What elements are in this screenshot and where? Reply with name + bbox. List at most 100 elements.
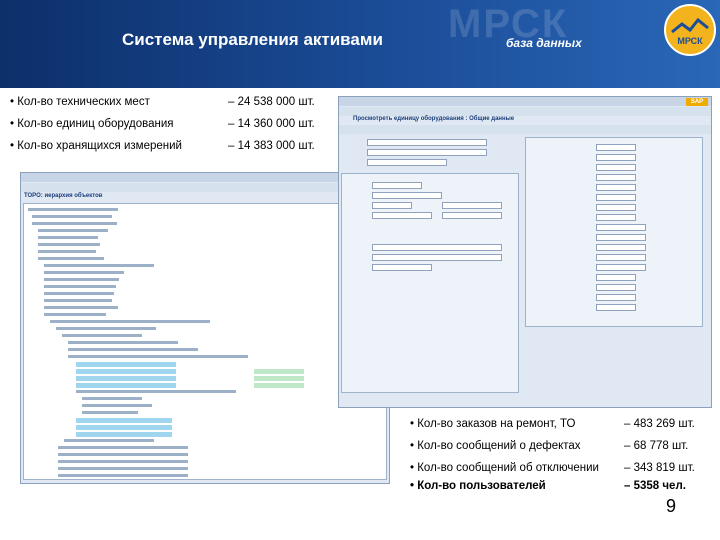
- tree-node: [50, 320, 210, 323]
- tree-node: [76, 390, 236, 393]
- tree-node: [38, 257, 104, 260]
- tree-node-selected: [76, 418, 172, 423]
- stats-top: • Кол-во технических мест – 24 538 000 ш…: [10, 96, 330, 156]
- tree-node: [44, 299, 112, 302]
- tree-node: [68, 355, 248, 358]
- menu-bar: [21, 173, 389, 182]
- tree-node-selected: [76, 425, 172, 430]
- logo-text: МРСК: [677, 36, 703, 46]
- stat-label: • Кол-во технических мест: [10, 96, 150, 108]
- details-field: [596, 294, 636, 301]
- form-field: [372, 264, 432, 271]
- details-field: [596, 214, 636, 221]
- tree-node-selected: [76, 383, 176, 388]
- equipment-field: [367, 159, 447, 166]
- page-number: 9: [666, 496, 677, 516]
- tree-node: [82, 397, 142, 400]
- tree-node: [58, 467, 188, 470]
- tree-node: [58, 446, 188, 449]
- form-field: [372, 192, 442, 199]
- slide-header: МРСК Система управления активами база да…: [0, 0, 720, 88]
- details-field: [596, 184, 636, 191]
- stat-value: – 24 538 000 шт.: [228, 96, 315, 108]
- details-field: [596, 174, 636, 181]
- stat-value: – 14 360 000 шт.: [228, 118, 315, 130]
- tree-node: [58, 453, 188, 456]
- tree-node-selected: [76, 376, 176, 381]
- stat-value: – 483 269 шт.: [624, 418, 695, 430]
- details-field: [596, 254, 646, 261]
- tree-node: [82, 411, 138, 414]
- tree-node: [58, 460, 188, 463]
- form-field: [442, 202, 502, 209]
- equipment-field: [367, 149, 487, 156]
- tree-node-selected: [254, 383, 304, 388]
- tree-node: [44, 271, 124, 274]
- details-field: [596, 284, 636, 291]
- details-field: [596, 234, 646, 241]
- form-field: [442, 212, 502, 219]
- tree-panel: [23, 203, 387, 480]
- form-panel: [341, 173, 519, 393]
- stat-value: – 343 819 шт.: [624, 462, 695, 474]
- form-field: [372, 254, 502, 261]
- stat-value: – 14 383 000 шт.: [228, 140, 315, 152]
- stat-label: • Кол-во сообщений о дефектах: [410, 440, 581, 452]
- details-field: [596, 204, 636, 211]
- details-field: [596, 244, 646, 251]
- form-toolbar: [339, 125, 711, 134]
- toolbar: [339, 107, 711, 116]
- details-field: [596, 144, 636, 151]
- tree-node: [58, 474, 188, 477]
- details-field: [596, 164, 636, 171]
- tree-node: [44, 292, 114, 295]
- tree-window-screenshot: ТОРО: иерархия объектов: [20, 172, 390, 484]
- tree-node: [38, 229, 108, 232]
- stat-label: • Кол-во сообщений об отключении: [410, 462, 599, 474]
- form-field: [372, 202, 412, 209]
- tree-node-selected: [254, 369, 304, 374]
- stat-value: – 5358 чел.: [624, 480, 686, 492]
- form-field: [372, 212, 432, 219]
- details-field: [596, 194, 636, 201]
- slide-subtitle: база данных: [506, 36, 582, 50]
- stat-label: • Кол-во хранящихся измерений: [10, 140, 182, 152]
- equipment-field: [367, 139, 487, 146]
- tree-node: [44, 264, 154, 267]
- form-field: [372, 244, 502, 251]
- tree-node-selected: [76, 362, 176, 367]
- toolbar: [21, 183, 389, 192]
- tree-node: [82, 404, 152, 407]
- tree-node-selected: [76, 432, 172, 437]
- stat-label: • Кол-во пользователей: [410, 480, 546, 492]
- details-field: [596, 274, 636, 281]
- stat-label: • Кол-во заказов на ремонт, ТО: [410, 418, 576, 430]
- mrsk-logo-icon: МРСК: [664, 4, 716, 56]
- tree-node-selected: [254, 376, 304, 381]
- tree-node: [62, 334, 142, 337]
- details-field: [596, 304, 636, 311]
- details-field: [596, 154, 636, 161]
- menu-bar: [339, 97, 711, 106]
- tree-node: [32, 215, 112, 218]
- tree-node: [44, 313, 106, 316]
- slide-title: Система управления активами: [122, 30, 383, 49]
- tree-node: [68, 348, 198, 351]
- stat-label: • Кол-во единиц оборудования: [10, 118, 174, 130]
- details-panel: [525, 137, 703, 327]
- details-field: [596, 264, 646, 271]
- tree-node: [38, 250, 96, 253]
- tree-node: [44, 285, 116, 288]
- tree-node: [44, 278, 119, 281]
- stat-value: – 68 778 шт.: [624, 440, 689, 452]
- sap-logo: SAP: [686, 98, 708, 106]
- tree-node: [28, 208, 118, 211]
- tree-node-selected: [76, 369, 176, 374]
- tree-node: [38, 236, 98, 239]
- form-window-title: Просмотреть единицу оборудования : Общие…: [353, 116, 515, 122]
- form-field: [372, 182, 422, 189]
- tree-node: [64, 439, 154, 442]
- equipment-form-screenshot: SAP Просмотреть единицу оборудования : О…: [338, 96, 712, 408]
- tree-window-title: ТОРО: иерархия объектов: [24, 193, 103, 199]
- tree-node: [56, 327, 156, 330]
